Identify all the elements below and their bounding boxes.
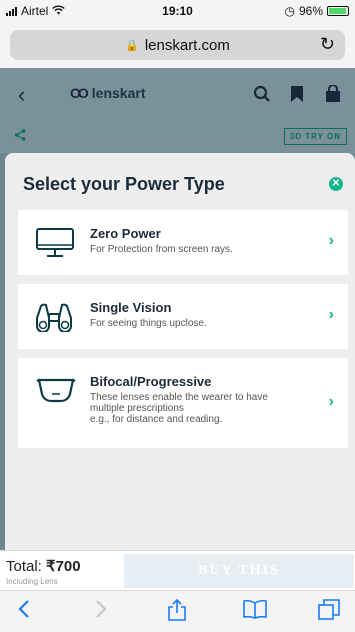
- buy-this-button[interactable]: BUY THIS: [124, 554, 354, 588]
- forward-icon[interactable]: [95, 599, 107, 625]
- status-right: ◷ 96%: [284, 4, 349, 18]
- address-bar[interactable]: 🔒 lenskart.com ↻: [10, 30, 345, 60]
- option-description-line: These lenses enable the wearer to have: [90, 392, 268, 403]
- try-on-button[interactable]: 3D TRY ON: [283, 128, 347, 145]
- modal-title: Select your Power Type: [23, 174, 225, 194]
- option-description: For Protection from screen rays.: [90, 244, 233, 255]
- back-icon[interactable]: [18, 599, 30, 625]
- share-sheet-icon[interactable]: [168, 598, 186, 627]
- alarm-icon: ◷: [284, 4, 295, 18]
- chevron-right-icon: ›: [328, 393, 334, 410]
- reload-icon[interactable]: ↻: [320, 34, 335, 55]
- option-title: Single Vision: [90, 300, 172, 315]
- option-title: Bifocal/Progressive: [90, 374, 212, 389]
- option-description-line: multiple prescriptions: [90, 403, 184, 414]
- binoculars-icon: [36, 302, 72, 337]
- cart-icon[interactable]: [325, 84, 341, 108]
- url-text: lenskart.com: [144, 36, 230, 54]
- glasses-icon: [36, 376, 76, 409]
- monitor-icon: [36, 228, 74, 263]
- lock-icon: 🔒: [125, 39, 139, 52]
- option-single-vision[interactable]: Single Vision For seeing things upclose.…: [18, 284, 348, 349]
- option-title: Zero Power: [90, 226, 161, 241]
- brand-logo[interactable]: OO lenskart: [70, 85, 145, 101]
- total-subtext: Including Lens: [6, 577, 58, 586]
- total-price: Total: ₹700: [6, 557, 81, 575]
- tabs-icon[interactable]: [318, 599, 340, 627]
- search-icon[interactable]: [253, 85, 271, 108]
- safari-toolbar: [0, 590, 355, 632]
- bookmarks-icon[interactable]: [243, 599, 267, 625]
- share-icon[interactable]: [14, 128, 26, 144]
- wishlist-icon[interactable]: [290, 85, 304, 108]
- status-bar: Airtel 19:10 ◷ 96%: [0, 0, 355, 22]
- site-header: ‹ OO lenskart: [0, 68, 355, 123]
- option-zero-power[interactable]: Zero Power For Protection from screen ra…: [18, 210, 348, 275]
- close-icon[interactable]: ✕: [329, 177, 343, 191]
- brand-name: lenskart: [91, 85, 146, 101]
- battery-percent: 96%: [298, 4, 323, 18]
- glasses-logo-icon: OO: [70, 85, 89, 101]
- total-label: Total:: [6, 558, 42, 575]
- total-value: ₹700: [46, 558, 81, 575]
- product-subheader: 3D TRY ON: [0, 123, 355, 153]
- back-arrow-icon[interactable]: ‹: [18, 82, 25, 108]
- power-type-modal: Select your Power Type ✕ Zero Power For …: [5, 153, 355, 550]
- battery-icon: [327, 6, 349, 16]
- chevron-right-icon: ›: [328, 306, 334, 323]
- safari-address-area: 🔒 lenskart.com ↻: [0, 22, 355, 68]
- chevron-right-icon: ›: [328, 232, 334, 249]
- option-description: For seeing things upclose.: [90, 318, 207, 329]
- option-description-line: e.g., for distance and reading.: [90, 414, 223, 425]
- option-bifocal-progressive[interactable]: Bifocal/Progressive These lenses enable …: [18, 358, 348, 448]
- checkout-footer: Total: ₹700 Including Lens BUY THIS: [0, 550, 355, 590]
